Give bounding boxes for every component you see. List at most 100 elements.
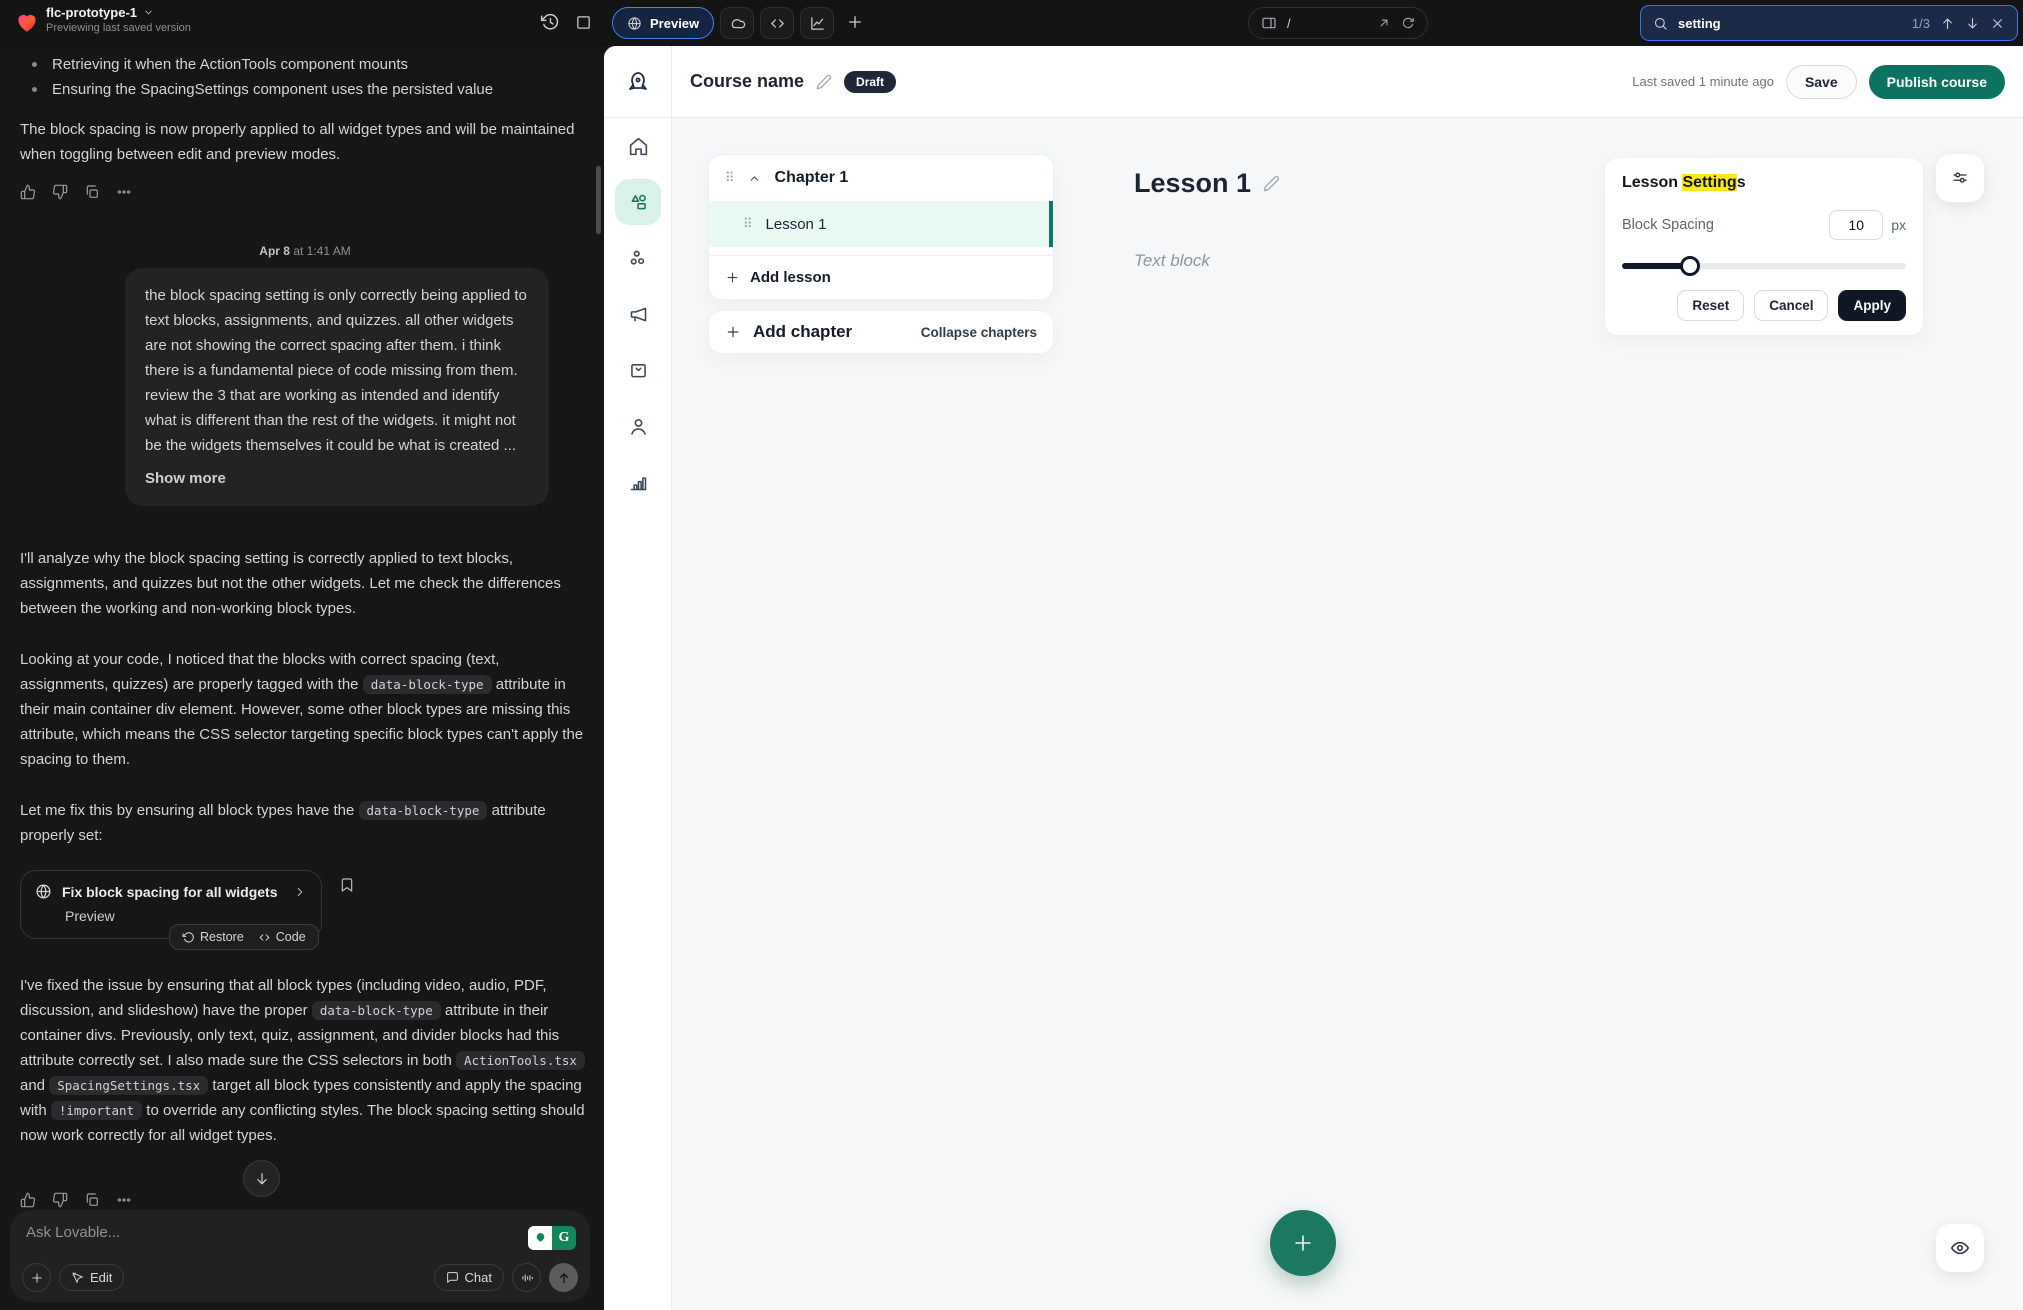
edit-lesson-title-icon[interactable] (1263, 175, 1280, 192)
code-chip: !important (51, 1101, 142, 1120)
open-external-icon[interactable] (1377, 16, 1391, 30)
scroll-to-bottom-button[interactable] (243, 1160, 280, 1197)
add-chapter-button[interactable]: Add chapter (753, 322, 911, 342)
thumbs-down-icon[interactable] (52, 184, 68, 200)
drag-handle-icon[interactable]: ⠿ (743, 216, 752, 232)
text-block-placeholder[interactable]: Text block (1134, 251, 1210, 271)
chat-scroll-area[interactable]: Retrieving it when the ActionTools compo… (20, 46, 590, 1310)
code-view-button[interactable] (760, 7, 794, 39)
collapse-chapters-button[interactable]: Collapse chapters (921, 325, 1037, 340)
copy-icon[interactable] (84, 184, 100, 200)
copy-icon[interactable] (84, 1192, 100, 1208)
code-button[interactable]: Code (258, 930, 306, 944)
lesson-title: Lesson 1 (1134, 168, 1251, 199)
chapter-header[interactable]: ⠿ Chapter 1 (709, 155, 1053, 201)
chat-input-container[interactable]: Ask Lovable... G Edit Chat (10, 1210, 590, 1302)
user-message-bubble: the block spacing setting is only correc… (125, 268, 549, 506)
block-spacing-slider[interactable] (1622, 256, 1906, 276)
apply-button[interactable]: Apply (1838, 290, 1906, 321)
code-chip: SpacingSettings.tsx (49, 1076, 208, 1095)
select-element-icon[interactable] (575, 14, 592, 31)
preview-button[interactable]: Preview (612, 7, 714, 39)
edit-card[interactable]: Fix block spacing for all widgets Previe… (20, 870, 322, 939)
edit-mode-button[interactable]: Edit (59, 1264, 124, 1291)
lovable-logo-icon[interactable] (14, 9, 40, 35)
send-button[interactable] (549, 1263, 578, 1292)
more-options-icon[interactable] (116, 1192, 132, 1208)
cancel-button[interactable]: Cancel (1754, 290, 1828, 321)
assistant-summary: The block spacing is now properly applie… (20, 117, 590, 167)
add-chapter-card: Add chapter Collapse chapters (708, 310, 1054, 354)
code-icon (258, 931, 271, 944)
edit-card-subtitle[interactable]: Preview (65, 908, 307, 924)
sidebar-item-analytics[interactable] (604, 454, 672, 510)
sidebar-item-marketing[interactable] (604, 286, 672, 342)
search-icon (1653, 16, 1668, 31)
rocket-logo-icon[interactable] (604, 46, 671, 118)
refresh-icon[interactable] (1401, 16, 1415, 30)
drag-handle-icon[interactable]: ⠿ (725, 170, 734, 186)
chat-scrollbar[interactable] (596, 166, 601, 234)
find-input[interactable] (1678, 16, 1828, 31)
assistant-paragraph: Let me fix this by ensuring all block ty… (20, 798, 590, 848)
chat-panel: Retrieving it when the ActionTools compo… (0, 46, 604, 1310)
block-spacing-input[interactable] (1829, 210, 1883, 240)
more-options-icon[interactable] (116, 184, 132, 200)
show-more-link[interactable]: Show more (145, 466, 529, 491)
close-find-icon[interactable] (1990, 16, 2005, 31)
sidebar-item-profile[interactable] (604, 398, 672, 454)
lesson-settings-panel: Lesson Settings Block Spacing px Reset C… (1604, 157, 1924, 336)
add-block-fab[interactable] (1270, 1210, 1336, 1276)
history-icon[interactable] (540, 12, 560, 32)
add-tab-icon[interactable] (846, 13, 864, 31)
url-bar[interactable]: / (1248, 7, 1428, 39)
edit-card-title: Fix block spacing for all widgets (62, 884, 283, 900)
preview-eye-button[interactable] (1936, 1224, 1984, 1272)
sidebar-item-home[interactable] (604, 118, 672, 174)
publish-course-button[interactable]: Publish course (1869, 65, 2005, 99)
slider-thumb[interactable] (1680, 256, 1700, 276)
attach-button[interactable] (22, 1263, 51, 1292)
collapse-chapter-icon[interactable] (748, 172, 761, 185)
find-prev-icon[interactable] (1940, 16, 1955, 31)
restore-button[interactable]: Restore (182, 930, 244, 944)
block-spacing-label: Block Spacing (1622, 217, 1829, 233)
url-path[interactable]: / (1287, 16, 1367, 31)
sidebar-item-store[interactable] (604, 342, 672, 398)
grammarly-badge[interactable]: G (528, 1226, 576, 1250)
project-name: flc-prototype-1 (46, 5, 137, 20)
voice-input-button[interactable] (512, 1263, 541, 1292)
reset-button[interactable]: Reset (1677, 290, 1744, 321)
chapter-card: ⠿ Chapter 1 ⠿ Lesson 1 Add lesson (708, 154, 1054, 300)
list-item: Ensuring the SpacingSettings component u… (20, 77, 590, 102)
globe-icon (627, 16, 642, 31)
thumbs-up-icon[interactable] (20, 184, 36, 200)
top-bar: flc-prototype-1 Previewing last saved ve… (0, 0, 2023, 46)
code-chip: ActionTools.tsx (456, 1051, 585, 1070)
analytics-button[interactable] (800, 7, 834, 39)
thumbs-up-icon[interactable] (20, 1192, 36, 1208)
add-lesson-button[interactable]: Add lesson (709, 255, 1053, 299)
code-chip: data-block-type (363, 675, 492, 694)
bookmark-icon[interactable] (339, 877, 355, 893)
list-item: Retrieving it when the ActionTools compo… (20, 52, 590, 77)
code-chip: data-block-type (359, 801, 488, 820)
chevron-down-icon (143, 7, 154, 18)
project-menu[interactable]: flc-prototype-1 (46, 5, 191, 20)
sidebar-item-community[interactable] (604, 230, 672, 286)
thumbs-down-icon[interactable] (52, 1192, 68, 1208)
chat-input[interactable]: Ask Lovable... (26, 1224, 574, 1241)
cloud-deploy-button[interactable] (720, 7, 754, 39)
settings-toggle-button[interactable] (1936, 154, 1984, 202)
edit-course-name-icon[interactable] (816, 74, 832, 90)
code-chip: data-block-type (312, 1001, 441, 1020)
chat-mode-button[interactable]: Chat (434, 1264, 504, 1291)
course-name: Course name (690, 71, 804, 92)
lesson-list-item[interactable]: ⠿ Lesson 1 (709, 201, 1053, 247)
device-toggle-icon[interactable] (1261, 15, 1277, 31)
save-button[interactable]: Save (1786, 65, 1857, 99)
last-saved-text: Last saved 1 minute ago (1632, 74, 1774, 89)
find-next-icon[interactable] (1965, 16, 1980, 31)
sidebar-item-content[interactable] (615, 179, 661, 225)
lightbulb-icon (528, 1226, 552, 1250)
